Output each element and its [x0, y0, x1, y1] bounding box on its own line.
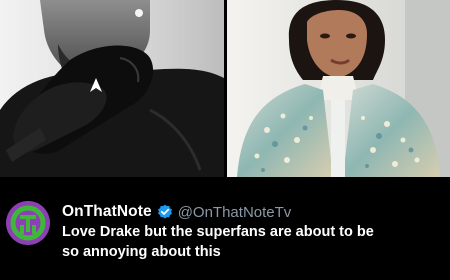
tweet-header: OnThatNote @OnThatNoteTv	[62, 202, 450, 222]
tweet-screenshot: OnThatNote @OnThatNoteTv Love Drake but …	[0, 0, 450, 280]
photo-right[interactable]	[227, 0, 450, 177]
author-avatar[interactable]	[6, 201, 50, 245]
otn-logo-avatar-icon	[6, 201, 50, 245]
tweet: OnThatNote @OnThatNoteTv Love Drake but …	[0, 190, 450, 280]
tweet-text: Love Drake but the superfans are about t…	[62, 224, 374, 260]
author-display-name[interactable]: OnThatNote	[62, 203, 152, 221]
author-handle[interactable]: @OnThatNoteTv	[178, 204, 292, 221]
verified-badge-icon	[157, 204, 173, 220]
photo-left[interactable]	[0, 0, 224, 177]
post-media[interactable]	[0, 0, 450, 180]
color-portrait-photo-icon	[227, 0, 450, 177]
monochrome-portrait-photo-icon	[0, 0, 224, 177]
